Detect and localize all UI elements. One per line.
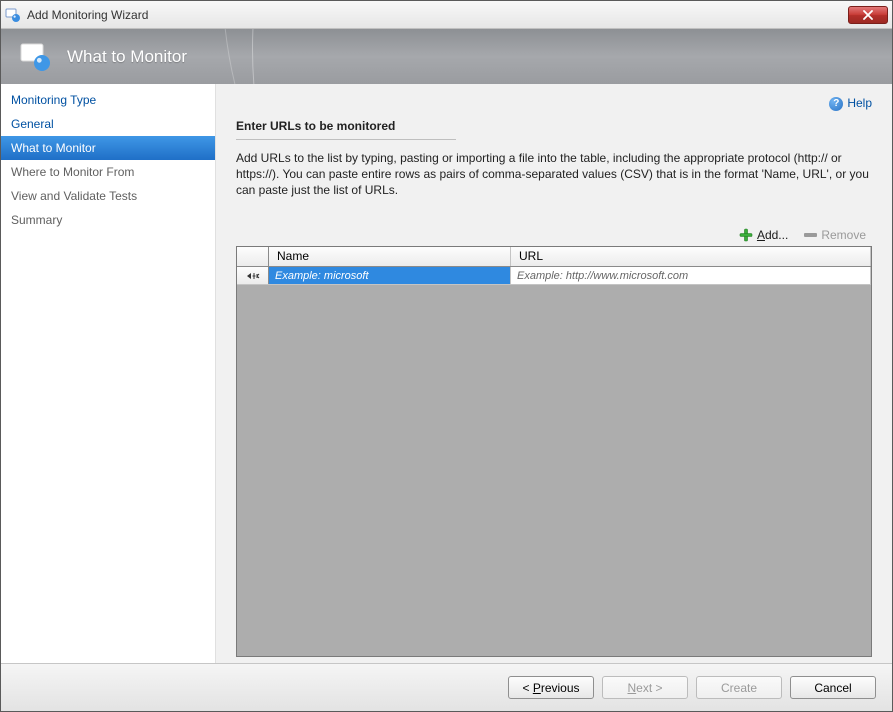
grid-toolbar: Add... Remove (236, 228, 872, 242)
nav-summary[interactable]: Summary (1, 208, 215, 232)
grid-header: Name URL (237, 247, 871, 267)
instructions-text: Add URLs to the list by typing, pasting … (236, 150, 872, 199)
title-bar: Add Monitoring Wizard (1, 1, 892, 29)
nav-what-to-monitor[interactable]: What to Monitor (1, 136, 215, 160)
help-icon: ? (829, 97, 843, 111)
wizard-window: Add Monitoring Wizard What to Monitor Mo… (0, 0, 893, 712)
wizard-sidebar: Monitoring Type General What to Monitor … (1, 84, 216, 663)
grid-new-row[interactable]: Example: microsoft Example: http://www.m… (237, 267, 871, 285)
row-indicator-icon (237, 267, 269, 284)
window-title: Add Monitoring Wizard (27, 8, 848, 22)
add-button[interactable]: Add... (739, 228, 788, 242)
help-link[interactable]: ? Help (829, 96, 872, 110)
cancel-button[interactable]: Cancel (790, 676, 876, 699)
section-heading: Enter URLs to be monitored (236, 119, 456, 140)
new-row-url-cell[interactable]: Example: http://www.microsoft.com (511, 267, 871, 284)
next-button[interactable]: Next > (602, 676, 688, 699)
nav-general[interactable]: General (1, 112, 215, 136)
url-grid[interactable]: Name URL Example: microsoft Example: htt… (236, 246, 872, 657)
help-row: ? Help (236, 96, 872, 111)
banner-title: What to Monitor (67, 47, 187, 67)
wizard-body: Monitoring Type General What to Monitor … (1, 84, 892, 663)
nav-where-to-monitor[interactable]: Where to Monitor From (1, 160, 215, 184)
nav-monitoring-type[interactable]: Monitoring Type (1, 88, 215, 112)
create-button[interactable]: Create (696, 676, 782, 699)
grid-corner (237, 247, 269, 266)
banner-icon (19, 40, 53, 74)
new-row-name-cell[interactable]: Example: microsoft (269, 267, 511, 284)
nav-view-validate[interactable]: View and Validate Tests (1, 184, 215, 208)
minus-icon (804, 233, 817, 237)
wizard-content: ? Help Enter URLs to be monitored Add URL… (216, 84, 892, 663)
previous-button[interactable]: < Previous (508, 676, 594, 699)
wizard-footer: < Previous Next > Create Cancel (1, 663, 892, 711)
app-icon (5, 7, 21, 23)
close-button[interactable] (848, 6, 888, 24)
wizard-banner: What to Monitor (1, 29, 892, 84)
remove-button: Remove (804, 228, 866, 242)
grid-empty-area (237, 285, 871, 656)
plus-icon (739, 228, 753, 242)
col-header-url[interactable]: URL (511, 247, 871, 266)
col-header-name[interactable]: Name (269, 247, 511, 266)
help-label: Help (847, 96, 872, 110)
remove-label: Remove (821, 228, 866, 242)
